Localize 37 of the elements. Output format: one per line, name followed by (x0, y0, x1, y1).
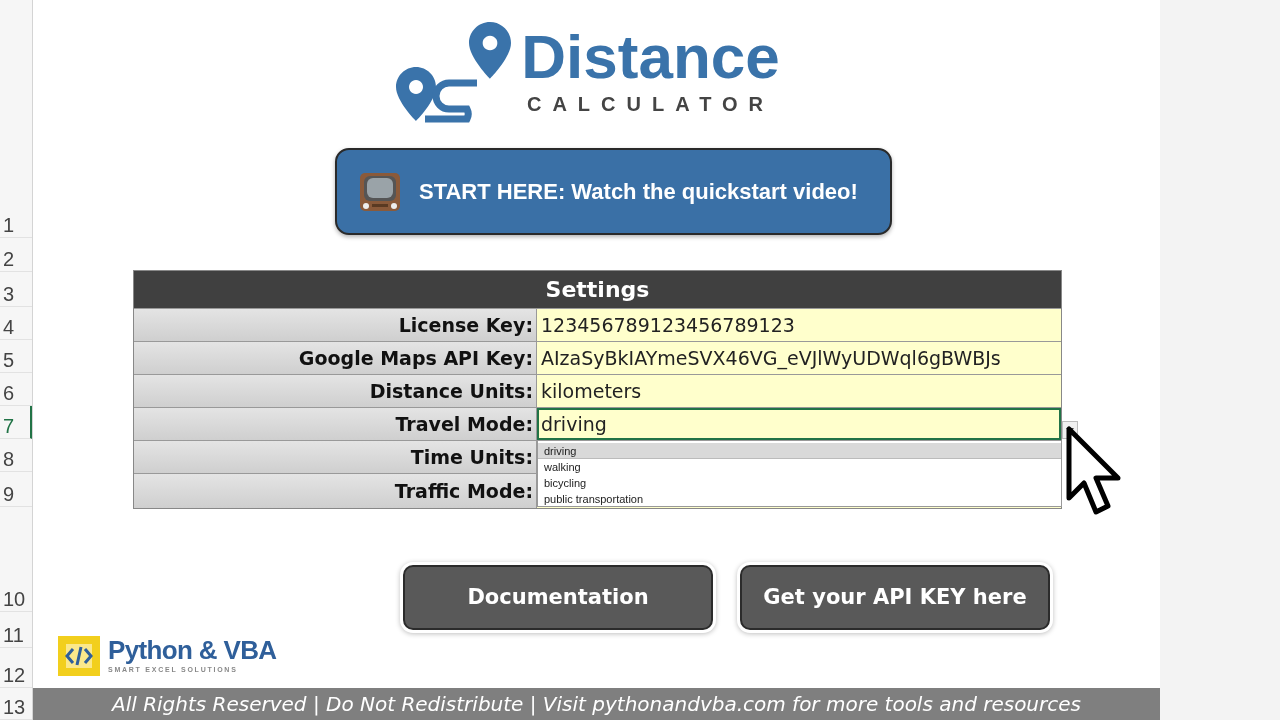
row-number[interactable]: 13 (0, 688, 32, 720)
row-number[interactable]: 7 (0, 406, 32, 439)
link-button[interactable]: Documentation (403, 565, 713, 630)
row-number[interactable]: 12 (0, 648, 32, 688)
setting-label: Google Maps API Key: (134, 342, 537, 374)
link-button[interactable]: Get your API KEY here (740, 565, 1050, 630)
row-number[interactable]: 9 (0, 472, 32, 507)
row-number[interactable]: 2 (0, 238, 32, 272)
row-number[interactable]: 10 (0, 507, 32, 612)
setting-label: Time Units: (134, 441, 537, 473)
logo-title: Distance (521, 26, 780, 88)
row-number[interactable]: 6 (0, 373, 32, 406)
setting-value[interactable]: AIzaSyBkIAYmeSVX46VG_eVJlWyUDWql6gBWBJs (537, 342, 1061, 374)
television-icon (359, 171, 401, 212)
setting-value[interactable]: 123456789123456789123 (537, 309, 1061, 341)
code-brackets-icon (58, 636, 100, 676)
row-number[interactable]: 11 (0, 612, 32, 648)
row-number[interactable]: 5 (0, 340, 32, 373)
footer-bar: All Rights Reserved | Do Not Redistribute | Visit pythonandvba.com for more tools and resources (33, 688, 1160, 720)
settings-header: Settings (134, 271, 1061, 308)
setting-label: License Key: (134, 309, 537, 341)
video-button[interactable]: START HERE: Watch the quickstart video! (335, 148, 892, 235)
dropdown-option[interactable]: bicycling (538, 475, 1061, 491)
setting-label: Traffic Mode: (134, 474, 537, 508)
dropdown-option[interactable]: walking (538, 459, 1061, 475)
setting-label: Distance Units: (134, 375, 537, 407)
dropdown-option[interactable]: driving (538, 443, 1061, 459)
dropdown-option[interactable]: public transportation (538, 491, 1061, 507)
setting-label: Travel Mode: (134, 408, 537, 440)
setting-value[interactable]: driving (537, 408, 1061, 440)
setting-value[interactable]: kilometers (537, 375, 1061, 407)
row-number[interactable]: 4 (0, 307, 32, 340)
row-number[interactable]: 1 (0, 203, 32, 238)
row-number[interactable]: 3 (0, 272, 32, 307)
row-number[interactable]: 8 (0, 439, 32, 472)
logo-subtitle: CALCULATOR (526, 94, 774, 114)
brand-name: Python & VBA (108, 636, 277, 663)
